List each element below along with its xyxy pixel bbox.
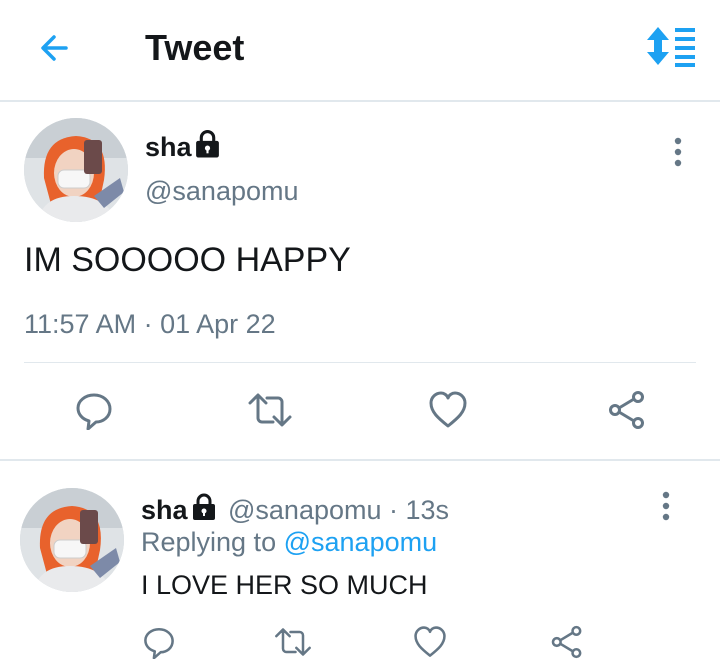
reply-display-name[interactable]: sha (141, 494, 188, 526)
replying-to-label: Replying to (141, 527, 277, 557)
divider (24, 362, 696, 363)
share-icon[interactable] (550, 625, 584, 659)
relative-time: · 13s (389, 495, 450, 525)
profile-photo (20, 488, 124, 592)
more-options-icon[interactable] (668, 136, 688, 168)
retweet-icon[interactable] (246, 390, 294, 430)
handle[interactable]: @sanapomu (145, 175, 299, 207)
like-icon[interactable] (413, 625, 447, 659)
display-name[interactable]: sha (145, 131, 192, 163)
reply-icon[interactable] (74, 390, 114, 430)
lock-icon (193, 493, 215, 520)
section-divider (0, 459, 720, 461)
avatar[interactable] (24, 118, 128, 222)
page-title: Tweet (145, 27, 245, 68)
handle[interactable]: @sanapomu (228, 495, 382, 525)
replying-to-handle-link[interactable]: @sanapomu (284, 527, 438, 557)
back-arrow-icon[interactable] (36, 28, 76, 68)
retweet-icon[interactable] (273, 625, 313, 659)
replying-to: Replying to @sanapomu (141, 526, 437, 558)
reply-avatar[interactable] (20, 488, 124, 592)
app-header (0, 0, 720, 102)
tweet-text: IM SOOOOO HAPPY (24, 241, 351, 279)
reply-handle: @sanapomu · 13s (228, 494, 449, 526)
reply-text: I LOVE HER SO MUCH (141, 570, 428, 600)
reply-icon[interactable] (142, 625, 176, 659)
tweet-timestamp: 11:57 AM · 01 Apr 22 (24, 309, 276, 339)
share-icon[interactable] (607, 390, 647, 430)
profile-photo (24, 118, 128, 222)
lock-icon (196, 130, 219, 158)
more-options-icon[interactable] (656, 490, 676, 522)
sort-icon[interactable] (645, 25, 697, 67)
like-icon[interactable] (428, 390, 468, 430)
